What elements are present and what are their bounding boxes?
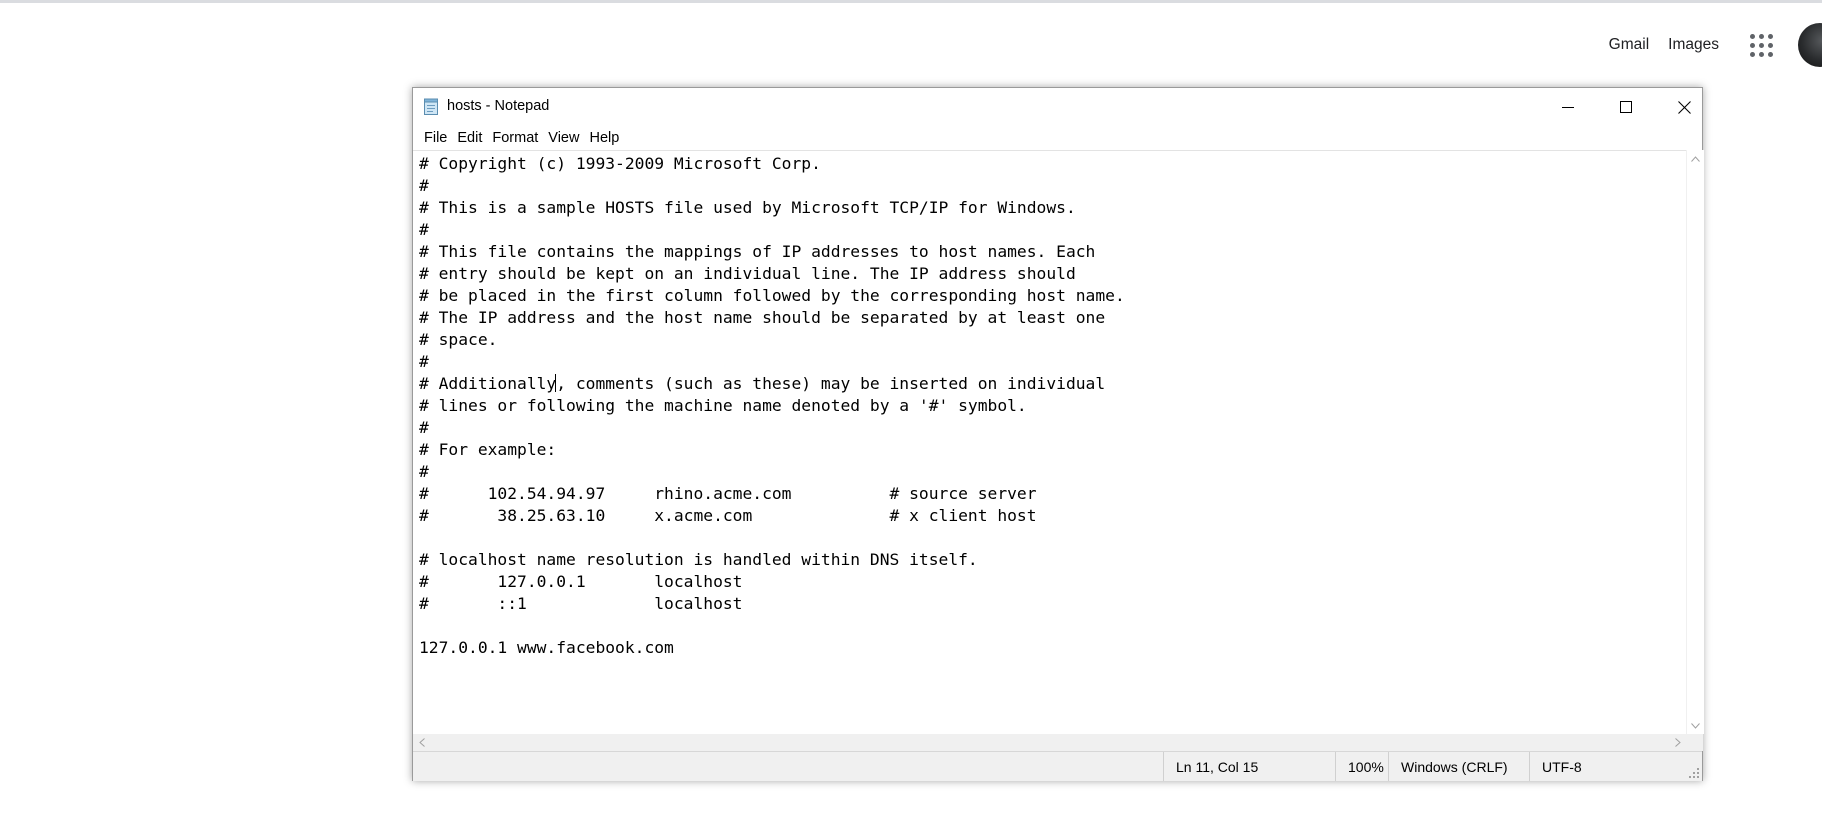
minimize-icon: [1562, 107, 1574, 108]
window-title: hosts - Notepad: [447, 98, 550, 114]
maximize-icon: [1620, 101, 1632, 113]
close-icon: [1677, 100, 1691, 114]
text-after-caret: , comments (such as these) may be insert…: [419, 374, 1106, 657]
apps-grid-icon[interactable]: [1748, 32, 1774, 58]
editor-content[interactable]: # Copyright (c) 1993-2009 Microsoft Corp…: [419, 153, 1125, 659]
horizontal-scrollbar[interactable]: [413, 734, 1686, 751]
menu-help[interactable]: Help: [584, 128, 624, 148]
line-ending-text: Windows (CRLF): [1401, 758, 1508, 775]
notepad-icon: [424, 98, 438, 115]
line-ending: Windows (CRLF): [1388, 752, 1529, 781]
cursor-position: Ln 11, Col 15: [1163, 752, 1335, 781]
images-link[interactable]: Images: [1668, 36, 1719, 54]
vertical-scrollbar[interactable]: [1686, 150, 1704, 734]
account-avatar[interactable]: [1798, 23, 1822, 67]
title-bar[interactable]: hosts - Notepad: [413, 88, 1702, 126]
close-button[interactable]: [1655, 88, 1713, 126]
chevron-up-icon: [1691, 155, 1700, 162]
encoding-text: UTF-8: [1542, 758, 1582, 775]
text-editor[interactable]: # Copyright (c) 1993-2009 Microsoft Corp…: [413, 150, 1686, 735]
encoding: UTF-8: [1529, 752, 1679, 781]
resize-grip-icon[interactable]: [1688, 767, 1700, 779]
chevron-down-icon: [1691, 722, 1700, 729]
scroll-right-button[interactable]: [1669, 734, 1686, 751]
browser-top-border: [0, 0, 1822, 3]
scrollbar-corner: [1686, 734, 1703, 751]
menu-edit[interactable]: Edit: [452, 128, 487, 148]
status-bar: Ln 11, Col 15 100% Windows (CRLF) UTF-8: [413, 751, 1702, 781]
scroll-down-button[interactable]: [1687, 717, 1704, 734]
minimize-button[interactable]: [1539, 88, 1597, 126]
scroll-left-button[interactable]: [413, 734, 430, 751]
chevron-right-icon: [1674, 738, 1681, 747]
zoom-level: 100%: [1335, 752, 1388, 781]
menu-format[interactable]: Format: [487, 128, 543, 148]
gmail-link[interactable]: Gmail: [1609, 36, 1649, 54]
maximize-button[interactable]: [1597, 88, 1655, 126]
menu-file[interactable]: File: [419, 128, 452, 148]
zoom-level-text: 100%: [1348, 758, 1384, 775]
menu-view[interactable]: View: [543, 128, 584, 148]
chevron-left-icon: [418, 738, 425, 747]
scroll-up-button[interactable]: [1687, 150, 1704, 167]
notepad-window: hosts - Notepad File Edit Format View He…: [412, 87, 1704, 781]
text-before-caret: # Copyright (c) 1993-2009 Microsoft Corp…: [419, 154, 1125, 393]
google-top-bar: Gmail Images: [1609, 23, 1822, 67]
menu-bar: File Edit Format View Help: [413, 126, 1702, 150]
cursor-position-text: Ln 11, Col 15: [1176, 758, 1259, 775]
